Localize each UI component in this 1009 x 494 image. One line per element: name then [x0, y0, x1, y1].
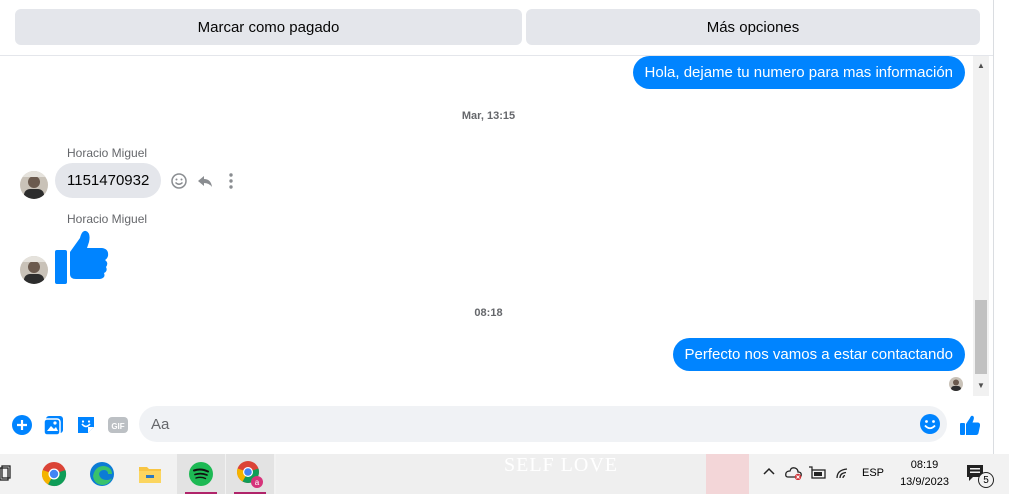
avatar[interactable]	[20, 256, 48, 284]
action-bar: Marcar como pagado Más opciones	[0, 0, 993, 56]
like-icon[interactable]	[958, 413, 982, 437]
message-actions	[169, 171, 241, 191]
outgoing-message[interactable]: Perfecto nos vamos a estar contactando	[672, 338, 965, 371]
clock-time: 08:19	[910, 459, 939, 471]
svg-text:a: a	[255, 478, 260, 487]
task-view-icon[interactable]	[0, 465, 12, 483]
gif-icon[interactable]: GIF	[106, 413, 130, 437]
chrome-profile-icon[interactable]: a	[226, 454, 274, 494]
message-input-placeholder: Aa	[151, 415, 170, 433]
language-indicator[interactable]: ESP	[862, 467, 884, 479]
outgoing-message[interactable]: Hola, dejame tu numero para mas informac…	[632, 56, 965, 89]
emoji-icon[interactable]	[919, 413, 941, 435]
taskbar: a SELF LOVE ESP 08:19 13/9/2023 5	[0, 454, 1009, 494]
thread-scrollbar[interactable]: ▲ ▼	[973, 56, 989, 396]
notification-count-badge: 5	[978, 472, 994, 488]
like-sticker[interactable]	[54, 228, 110, 284]
sender-name: Horacio Miguel	[67, 146, 148, 160]
react-icon[interactable]	[169, 171, 189, 191]
clock-date: 13/9/2023	[900, 476, 949, 488]
file-explorer-icon[interactable]	[126, 454, 174, 494]
edge-icon[interactable]	[78, 454, 126, 494]
scroll-up-icon[interactable]: ▲	[973, 58, 989, 72]
wallpaper-text: SELF LOVE	[504, 454, 618, 476]
wallpaper-accent	[706, 454, 754, 494]
thread-timestamp: 08:18	[474, 307, 503, 319]
scroll-down-icon[interactable]: ▼	[973, 378, 989, 392]
spotify-icon[interactable]	[177, 454, 225, 494]
avatar[interactable]	[20, 171, 48, 199]
onedrive-icon[interactable]	[785, 466, 803, 483]
plus-icon[interactable]	[10, 413, 34, 437]
incoming-message[interactable]: 1151470932	[55, 163, 162, 198]
thread-timestamp: Mar, 13:15	[461, 110, 516, 122]
message-input[interactable]: Aa	[139, 406, 947, 442]
message-thread: Hola, dejame tu numero para mas informac…	[4, 56, 973, 396]
svg-text:GIF: GIF	[111, 422, 124, 431]
sender-name: Horacio Miguel	[67, 212, 148, 226]
clock[interactable]: 08:19 13/9/2023	[900, 457, 949, 491]
reply-icon[interactable]	[195, 171, 215, 191]
battery-icon[interactable]	[809, 466, 827, 483]
scroll-thumb[interactable]	[975, 300, 987, 374]
wifi-icon[interactable]	[835, 466, 851, 483]
photo-icon[interactable]	[42, 413, 66, 437]
chevron-up-icon[interactable]	[763, 466, 775, 479]
app-root: Marcar como pagado Más opciones Hola, de…	[0, 0, 1009, 494]
mark-paid-button[interactable]: Marcar como pagado	[15, 9, 522, 45]
window-edge	[993, 0, 1009, 454]
seen-avatar	[949, 377, 963, 391]
sticker-icon[interactable]	[74, 413, 98, 437]
chrome-icon[interactable]	[30, 454, 78, 494]
more-icon[interactable]	[221, 171, 241, 191]
composer: GIF Aa	[0, 396, 993, 454]
more-options-button[interactable]: Más opciones	[526, 9, 980, 45]
system-tray: ESP 08:19 13/9/2023 5	[749, 454, 1009, 494]
